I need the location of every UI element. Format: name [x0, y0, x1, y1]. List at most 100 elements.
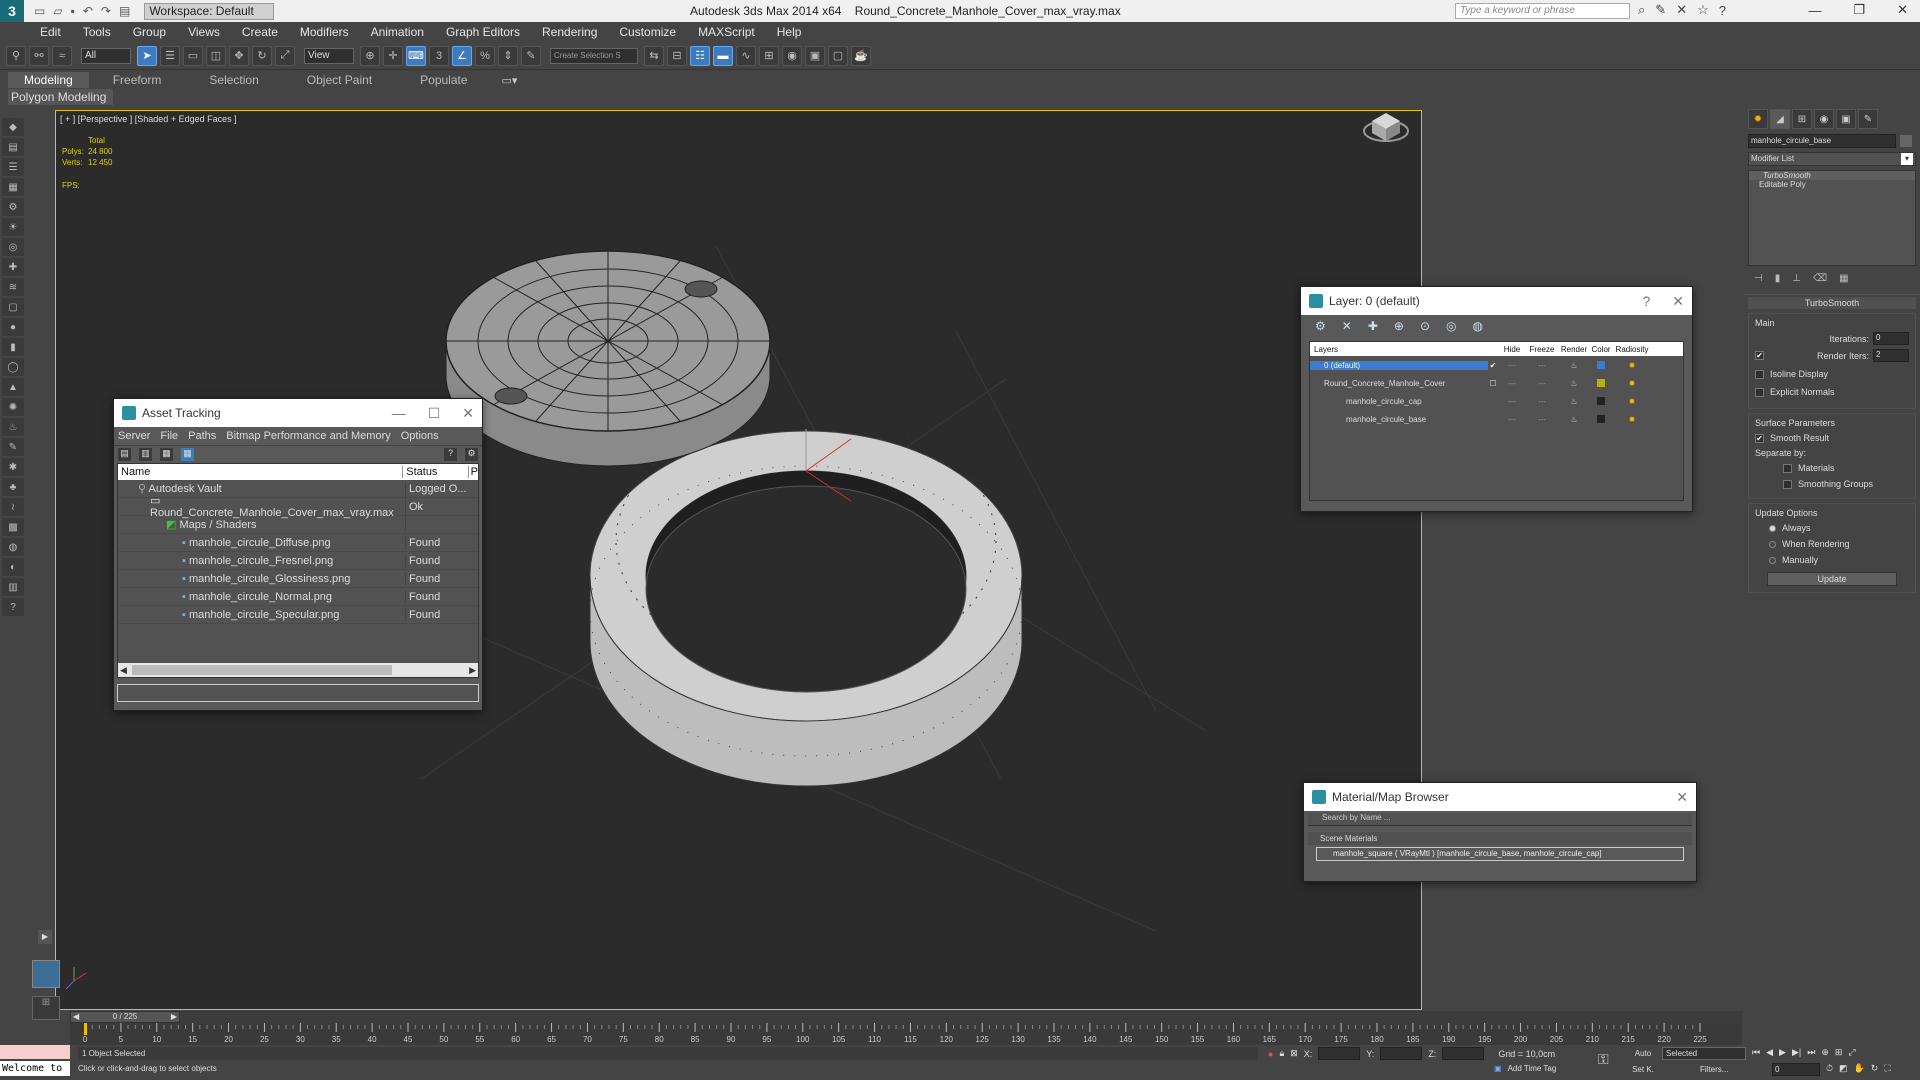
- edit-named-sets-icon[interactable]: ✎: [521, 45, 541, 66]
- time-config-icon[interactable]: ⏱: [1826, 1063, 1833, 1074]
- light-icon[interactable]: ☀: [2, 218, 24, 236]
- scroll-right-icon[interactable]: ▶: [469, 665, 476, 676]
- named-selection-dropdown[interactable]: Create Selection S: [550, 47, 638, 64]
- time-slider[interactable]: ◀ 0 / 225 ▶: [70, 1011, 180, 1023]
- zoom-icon[interactable]: ⊕: [1821, 1047, 1829, 1058]
- scene-materials-header[interactable]: Scene Materials: [1308, 832, 1692, 845]
- close-icon[interactable]: ✕: [1897, 2, 1908, 18]
- menu-create[interactable]: Create: [242, 25, 278, 39]
- help-icon[interactable]: ?: [444, 448, 457, 461]
- object-color-swatch[interactable]: [1597, 397, 1605, 405]
- cloth-icon[interactable]: ▩: [2, 518, 24, 536]
- x-coord-field[interactable]: [1318, 1047, 1361, 1060]
- view-details-icon[interactable]: ▥: [139, 448, 152, 461]
- highlight-layer-icon[interactable]: ◎: [1446, 319, 1456, 333]
- close-icon[interactable]: ✕: [1672, 293, 1684, 310]
- selection-filter-dropdown[interactable]: All: [81, 47, 131, 64]
- layer-color-swatch[interactable]: [1597, 361, 1605, 369]
- zoom-extents-icon[interactable]: ⤢: [1848, 1047, 1855, 1058]
- isolate-icon[interactable]: ●: [1268, 1049, 1273, 1059]
- layer-explorer-icon[interactable]: ☰: [2, 158, 24, 176]
- book-icon[interactable]: ▥: [2, 578, 24, 596]
- table-row[interactable]: ▪ manhole_circule_Normal.png Found: [118, 588, 478, 606]
- iterations-spinner[interactable]: 0: [1873, 332, 1909, 345]
- menu-views[interactable]: Views: [188, 25, 220, 39]
- angle-snap-icon[interactable]: ∠: [452, 45, 472, 66]
- modifier-list-dropdown[interactable]: Modifier List ▾: [1748, 152, 1916, 166]
- view-tree-icon[interactable]: ▦: [160, 448, 173, 461]
- timeline-ruler[interactable]: 0 5 10 15 20 25 30 35 40 45 50 55 60 65 70 75 80 85 90 95 10…: [70, 1023, 1742, 1045]
- radiosity-icon[interactable]: ✹: [1612, 379, 1652, 388]
- make-unique-icon[interactable]: ⊥: [1792, 273, 1801, 284]
- layer-row-default[interactable]: 0 (default) ✔ --- --- ♨ ✹: [1310, 356, 1683, 374]
- update-button[interactable]: Update: [1767, 572, 1897, 586]
- material-item[interactable]: manhole_square ( VRayMtl ) [manhole_circ…: [1316, 847, 1684, 861]
- layer-row-manhole-cover[interactable]: Round_Concrete_Manhole_Cover ☐ --- --- ♨…: [1310, 374, 1683, 392]
- menu-tools[interactable]: Tools: [83, 25, 111, 39]
- align-icon[interactable]: ⊟: [667, 45, 687, 66]
- teapot-icon[interactable]: ♨: [2, 418, 24, 436]
- scroll-left-icon[interactable]: ◀: [120, 665, 127, 676]
- next-frame-icon[interactable]: ▶|: [1792, 1047, 1801, 1058]
- percent-snap-icon[interactable]: %: [475, 45, 495, 66]
- asset-path-field[interactable]: [117, 684, 479, 702]
- maximize-icon[interactable]: ❐: [1853, 2, 1865, 18]
- menu-group[interactable]: Group: [133, 25, 166, 39]
- helper-icon[interactable]: ✚: [2, 258, 24, 276]
- add-layer-icon[interactable]: ✚: [1368, 319, 1378, 333]
- save-icon[interactable]: ▪: [71, 4, 75, 18]
- camera-icon[interactable]: ◎: [2, 238, 24, 256]
- new-file-icon[interactable]: ▭: [34, 4, 45, 18]
- tools-icon[interactable]: ✎: [1655, 2, 1666, 18]
- add-time-tag[interactable]: Add Time Tag: [1508, 1064, 1557, 1073]
- select-by-name-icon[interactable]: ☰: [160, 45, 180, 66]
- display-tab-icon[interactable]: ▣: [1836, 109, 1856, 129]
- pivot-center-icon[interactable]: ⊕: [360, 45, 380, 66]
- rendered-frame-icon[interactable]: ▢: [828, 45, 848, 66]
- maxscript-input[interactable]: Welcome to: [0, 1061, 70, 1076]
- layer-color-swatch[interactable]: [1597, 379, 1605, 387]
- select-object-icon[interactable]: ➤: [137, 45, 157, 66]
- layout-quad-icon[interactable]: ⊞: [32, 996, 60, 1020]
- render-teapot-icon[interactable]: ♨: [1558, 361, 1590, 370]
- ribbon-toggle-icon[interactable]: ▬: [713, 45, 733, 66]
- cone-icon[interactable]: ▲: [2, 378, 24, 396]
- globe-icon[interactable]: ◐: [2, 558, 24, 576]
- key-filter-dropdown[interactable]: Selected: [1662, 1047, 1746, 1060]
- material-browser-titlebar[interactable]: Material/Map Browser ✕: [1304, 783, 1696, 811]
- select-manipulate-icon[interactable]: ✛: [383, 45, 403, 66]
- filters-button[interactable]: Filters...: [1700, 1063, 1746, 1076]
- menu-maxscript[interactable]: MAXScript: [698, 25, 755, 39]
- undo-icon[interactable]: ↶: [83, 4, 93, 18]
- pan-icon[interactable]: ✋: [1854, 1063, 1865, 1074]
- spinner-snap-icon[interactable]: ⇕: [498, 45, 518, 66]
- layout-single-icon[interactable]: [32, 960, 60, 988]
- maxscript-listener[interactable]: [0, 1045, 70, 1059]
- menu-animation[interactable]: Animation: [371, 25, 424, 39]
- ribbon-subpanel[interactable]: Polygon Modeling: [8, 89, 113, 105]
- horizontal-scrollbar[interactable]: ◀ ▶: [118, 663, 478, 677]
- create-tab-icon[interactable]: ✹: [1748, 109, 1768, 129]
- box-icon[interactable]: ▢: [2, 298, 24, 316]
- manually-radio[interactable]: [1769, 556, 1776, 564]
- goto-start-icon[interactable]: ⏮: [1752, 1047, 1760, 1058]
- table-row[interactable]: ▪ manhole_circule_Fresnel.png Found: [118, 552, 478, 570]
- window-crossing-icon[interactable]: ◫: [206, 45, 226, 66]
- smoothing-groups-checkbox[interactable]: [1783, 479, 1792, 489]
- menu-modifiers[interactable]: Modifiers: [300, 25, 349, 39]
- table-row[interactable]: ▪ manhole_circule_Glossiness.png Found: [118, 570, 478, 588]
- app-logo-icon[interactable]: 3: [0, 0, 24, 22]
- layer-settings-icon[interactable]: ⚙: [1315, 319, 1326, 333]
- tree-icon[interactable]: ♣: [2, 478, 24, 496]
- tab-populate[interactable]: Populate: [396, 72, 491, 88]
- table-row[interactable]: ◩ Maps / Shaders: [118, 516, 478, 534]
- menu-graph-editors[interactable]: Graph Editors: [446, 25, 520, 39]
- scene-explorer-icon[interactable]: ▤: [2, 138, 24, 156]
- always-radio[interactable]: [1769, 524, 1776, 532]
- sun-icon[interactable]: ✺: [2, 398, 24, 416]
- add-selected-icon[interactable]: ⊕: [1394, 319, 1404, 333]
- delete-layer-icon[interactable]: ✕: [1342, 319, 1352, 333]
- scale-icon[interactable]: ⤢: [275, 45, 295, 66]
- particle-icon[interactable]: ✱: [2, 458, 24, 476]
- ribbon-options-icon[interactable]: ▭▾: [502, 74, 518, 87]
